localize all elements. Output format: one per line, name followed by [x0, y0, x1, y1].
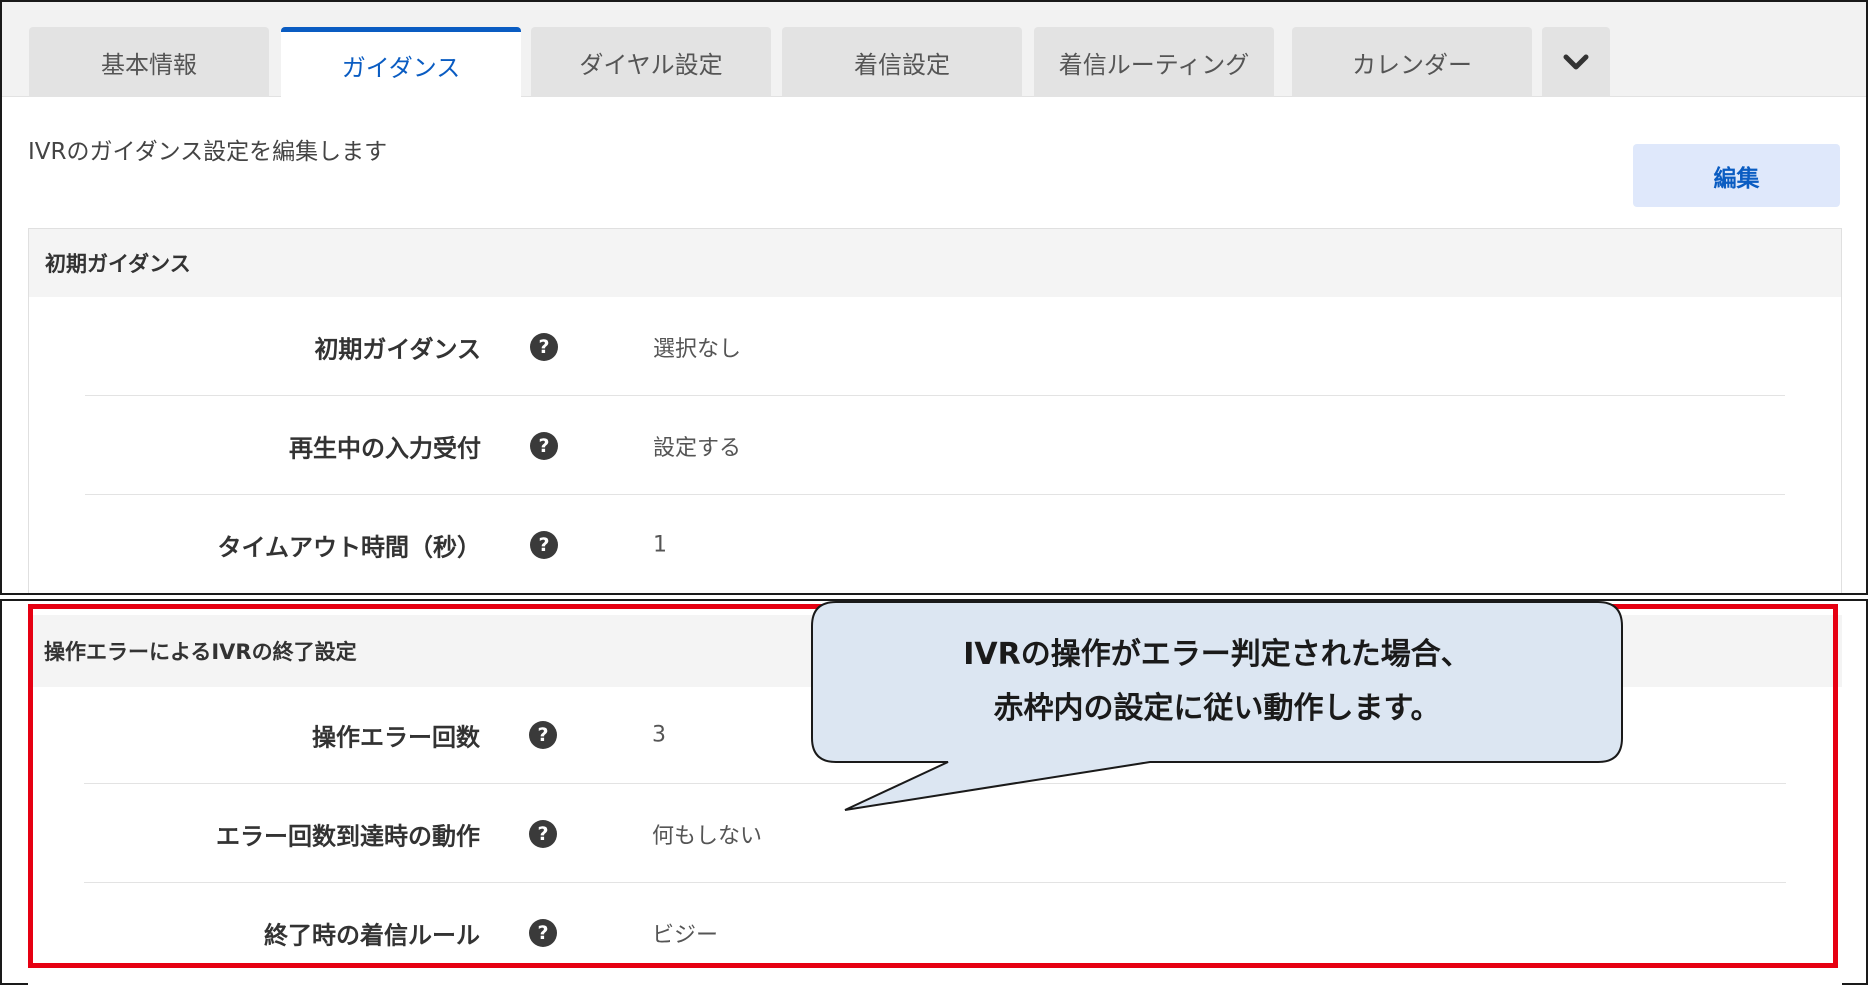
setting-label: タイムアウト時間（秒）: [217, 533, 481, 561]
setting-value: ビジー: [652, 922, 719, 948]
setting-label: 終了時の着信ルール: [264, 921, 480, 949]
setting-value: 1: [653, 532, 667, 557]
setting-value: 3: [652, 722, 666, 747]
setting-row-initial-guidance: 初期ガイダンス ? 選択なし: [29, 297, 1841, 396]
help-icon[interactable]: ?: [529, 918, 557, 947]
tab-calendar[interactable]: カレンダー: [1292, 27, 1532, 97]
setting-label: エラー回数到達時の動作: [216, 822, 480, 850]
tab-guidance[interactable]: ガイダンス: [281, 27, 521, 98]
setting-row-input-during-playback: 再生中の入力受付 ? 設定する: [29, 396, 1841, 495]
initial-guidance-section: 初期ガイダンス 初期ガイダンス ? 選択なし 再生中の入力受付 ? 設定する タ…: [28, 228, 1842, 593]
callout-text: IVRの操作がエラー判定された場合、 赤枠内の設定に従い動作します。: [812, 602, 1622, 762]
setting-value: 設定する: [653, 435, 742, 461]
setting-value: 何もしない: [652, 823, 763, 849]
setting-row-timeout: タイムアウト時間（秒） ? 1: [29, 495, 1841, 593]
help-icon[interactable]: ?: [530, 332, 558, 361]
setting-label: 操作エラー回数: [312, 723, 480, 751]
section-title: 初期ガイダンス: [29, 229, 1841, 297]
setting-value: 選択なし: [653, 336, 742, 362]
callout-line: IVRの操作がエラー判定された場合、: [963, 637, 1471, 672]
setting-row-error-action: エラー回数到達時の動作 ? 何もしない: [28, 784, 1842, 883]
help-icon[interactable]: ?: [529, 819, 557, 848]
more-tabs-button[interactable]: [1542, 27, 1610, 97]
setting-row-end-incoming-rule: 終了時の着信ルール ? ビジー: [28, 883, 1842, 982]
tab-basic-info[interactable]: 基本情報: [29, 27, 269, 97]
chevron-down-icon: [1563, 54, 1589, 70]
callout-line: 赤枠内の設定に従い動作します。: [993, 691, 1441, 726]
help-icon[interactable]: ?: [530, 530, 558, 559]
help-icon[interactable]: ?: [529, 720, 557, 749]
page-description: IVRのガイダンス設定を編集します: [28, 139, 388, 165]
help-icon[interactable]: ?: [530, 431, 558, 460]
edit-button[interactable]: 編集: [1633, 144, 1840, 207]
tab-dial-settings[interactable]: ダイヤル設定: [531, 27, 771, 97]
setting-label: 再生中の入力受付: [289, 434, 481, 462]
tab-incoming-routing[interactable]: 着信ルーティング: [1034, 27, 1274, 97]
ivr-settings-panel: 基本情報 ガイダンス ダイヤル設定 着信設定 着信ルーティング カレンダー IV…: [0, 0, 1868, 595]
tab-bar: 基本情報 ガイダンス ダイヤル設定 着信設定 着信ルーティング カレンダー: [2, 2, 1866, 98]
tab-incoming-settings[interactable]: 着信設定: [782, 27, 1022, 97]
setting-label: 初期ガイダンス: [314, 335, 481, 363]
